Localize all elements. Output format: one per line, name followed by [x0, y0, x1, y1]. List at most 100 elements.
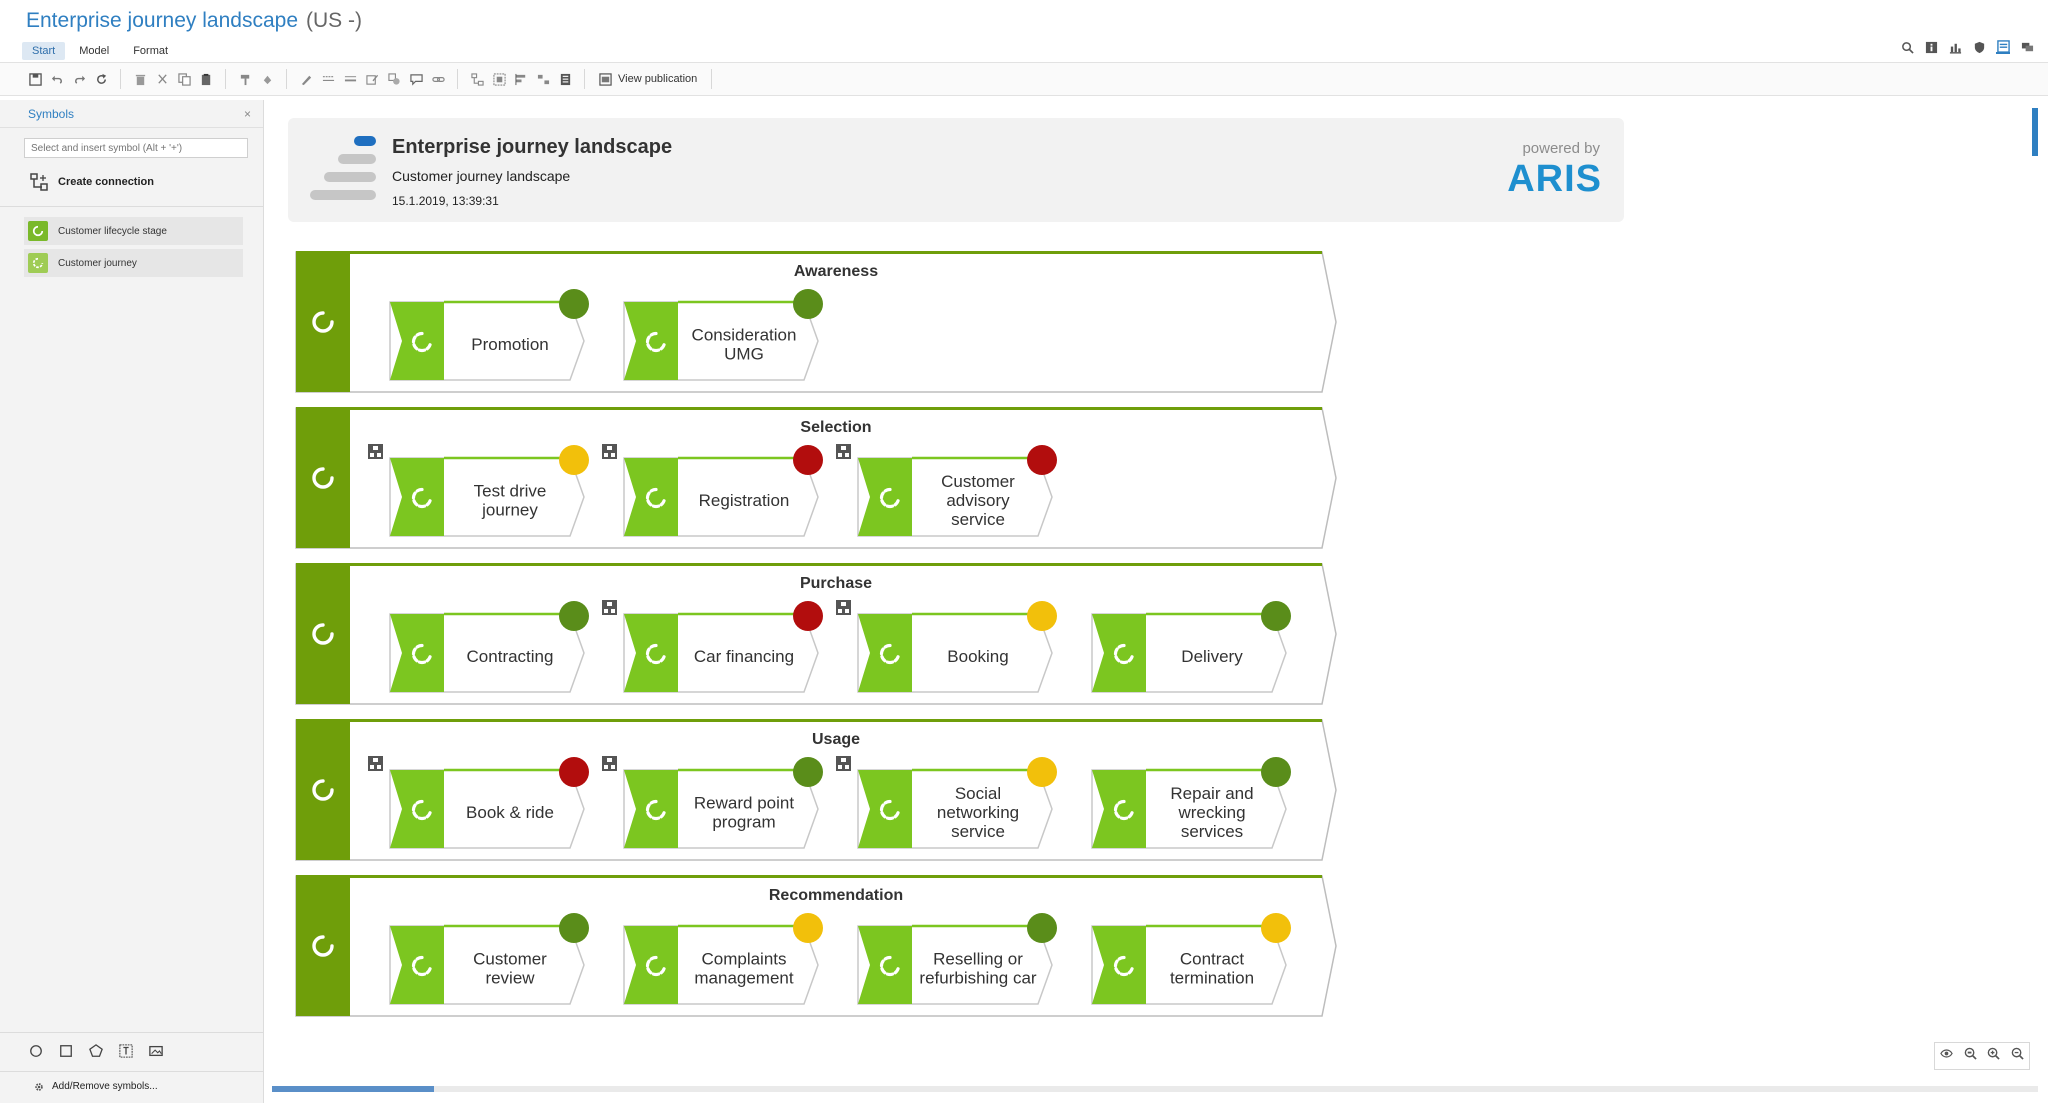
bar-chart-icon[interactable]: [1948, 40, 1962, 54]
info-icon[interactable]: [1924, 40, 1938, 54]
pentagon-shape-icon[interactable]: [88, 1043, 104, 1059]
customer-journey[interactable]: Contracting: [389, 601, 589, 693]
tab-model[interactable]: Model: [69, 42, 119, 60]
circle-shape-icon[interactable]: [28, 1043, 44, 1059]
status-indicator: [559, 757, 589, 787]
zoom-in-icon[interactable]: [1987, 1047, 2000, 1065]
comments-icon[interactable]: [2020, 40, 2034, 54]
line-weight-icon[interactable]: [339, 68, 361, 90]
customer-journey[interactable]: Reward pointprogram: [602, 756, 823, 849]
format-painter-icon[interactable]: [234, 68, 256, 90]
shape-icon[interactable]: [383, 68, 405, 90]
toolbar-separator: [225, 69, 226, 89]
undo-icon[interactable]: [46, 68, 68, 90]
lifecycle-stage[interactable]: Awareness Promotion ConsiderationUMG: [295, 251, 1337, 393]
symbols-panel-header: Symbols ×: [0, 100, 263, 128]
customer-journey[interactable]: Delivery: [1091, 601, 1291, 693]
line-style-icon[interactable]: [317, 68, 339, 90]
stage-icon-bar: [296, 564, 350, 704]
journey-label: networking: [937, 803, 1019, 822]
redo-icon[interactable]: [68, 68, 90, 90]
customer-journey[interactable]: Contracttermination: [1091, 913, 1291, 1005]
customer-journey[interactable]: Booking: [836, 600, 1057, 693]
connect-icon[interactable]: [466, 68, 488, 90]
symbol-item-customer-journey[interactable]: Customer journey: [24, 249, 243, 277]
lifecycle-stage[interactable]: UsageBook & ride Reward pointprogramSocia…: [295, 719, 1337, 861]
assignment-icon-node: [370, 765, 374, 769]
refresh-icon[interactable]: [90, 68, 112, 90]
eye-icon[interactable]: [1940, 1047, 1954, 1065]
language-selector[interactable]: (US -): [306, 9, 362, 32]
gear-icon: [35, 1082, 43, 1091]
journey-label: program: [712, 813, 775, 832]
customer-journey[interactable]: Complaintsmanagement: [623, 913, 823, 1005]
stage-title: Selection: [800, 419, 871, 436]
lifecycle-stage[interactable]: Selection Test drivejourney Registration Cu…: [295, 407, 1337, 549]
create-connection-button[interactable]: Create connection: [30, 170, 263, 194]
zoom-out-icon[interactable]: [2011, 1047, 2024, 1065]
delete-icon[interactable]: [129, 68, 151, 90]
link-icon[interactable]: [427, 68, 449, 90]
distribute-icon[interactable]: [532, 68, 554, 90]
text-shape-icon[interactable]: [118, 1043, 134, 1059]
assignment-icon-node: [838, 453, 842, 457]
symbol-search-input[interactable]: [24, 138, 248, 158]
assignment-icon[interactable]: [836, 600, 851, 615]
properties-icon[interactable]: [1996, 39, 2010, 54]
assignment-icon[interactable]: [368, 444, 383, 459]
journey-label: Contract: [1180, 950, 1245, 969]
customer-journey[interactable]: Promotion: [389, 289, 589, 381]
vertical-scrollbar[interactable]: [2032, 108, 2038, 156]
line-color-icon[interactable]: [295, 68, 317, 90]
close-icon[interactable]: ×: [244, 107, 251, 121]
assignment-icon[interactable]: [602, 756, 617, 771]
model-canvas[interactable]: Enterprise journey landscape Customer jo…: [272, 104, 2038, 1092]
assignment-icon[interactable]: [368, 756, 383, 771]
edit-icon[interactable]: [361, 68, 383, 90]
add-remove-symbols-button[interactable]: Add/Remove symbols...: [34, 1081, 158, 1092]
assignment-icon-node: [838, 765, 842, 769]
shield-icon[interactable]: [1972, 40, 1986, 54]
customer-journey[interactable]: Registration: [602, 444, 823, 537]
lifecycle-stage[interactable]: Purchase Contracting Car financing Booking D…: [295, 563, 1337, 705]
customer-journey[interactable]: Repair andwreckingservices: [1091, 757, 1291, 849]
horizontal-scrollbar[interactable]: [272, 1086, 434, 1092]
customer-journey[interactable]: Test drivejourney: [368, 444, 589, 537]
horizontal-scroll-track: [272, 1086, 2038, 1092]
rectangle-shape-icon[interactable]: [58, 1043, 74, 1059]
stage-top-line: [296, 407, 1322, 410]
save-icon[interactable]: [24, 68, 46, 90]
ribbon-tabs: Start Model Format: [22, 42, 178, 60]
select-icon[interactable]: [488, 68, 510, 90]
image-shape-icon[interactable]: [148, 1043, 164, 1059]
paste-icon[interactable]: [195, 68, 217, 90]
customer-journey[interactable]: Customeradvisoryservice: [836, 444, 1057, 537]
tab-format[interactable]: Format: [123, 42, 178, 60]
zoom-fit-icon[interactable]: [1964, 1047, 1977, 1065]
symbol-item-lifecycle-stage[interactable]: Customer lifecycle stage: [24, 217, 243, 245]
fill-color-icon[interactable]: [256, 68, 278, 90]
copy-icon[interactable]: [173, 68, 195, 90]
journey-label: Test drive: [474, 482, 547, 501]
customer-journey[interactable]: Reselling orrefurbishing car: [857, 913, 1057, 1005]
assignment-icon[interactable]: [602, 444, 617, 459]
assignment-icon[interactable]: [836, 444, 851, 459]
status-indicator: [1027, 757, 1057, 787]
journey-label: journey: [481, 501, 538, 520]
toolbar-separator: [457, 69, 458, 89]
customer-journey[interactable]: Book & ride: [368, 756, 589, 849]
document-icon[interactable]: [554, 68, 576, 90]
customer-journey[interactable]: Socialnetworkingservice: [836, 756, 1057, 849]
customer-journey[interactable]: ConsiderationUMG: [623, 289, 823, 381]
comment-icon[interactable]: [405, 68, 427, 90]
tab-start[interactable]: Start: [22, 42, 66, 60]
customer-journey[interactable]: Car financing: [602, 600, 823, 693]
customer-journey[interactable]: Customerreview: [389, 913, 589, 1005]
view-publication-button[interactable]: View publication: [593, 68, 703, 90]
search-icon[interactable]: [1900, 40, 1914, 54]
assignment-icon[interactable]: [836, 756, 851, 771]
assignment-icon[interactable]: [602, 600, 617, 615]
lifecycle-stage[interactable]: Recommendation Customerreview Complaintsma…: [295, 875, 1337, 1017]
align-icon[interactable]: [510, 68, 532, 90]
cut-icon[interactable]: [151, 68, 173, 90]
